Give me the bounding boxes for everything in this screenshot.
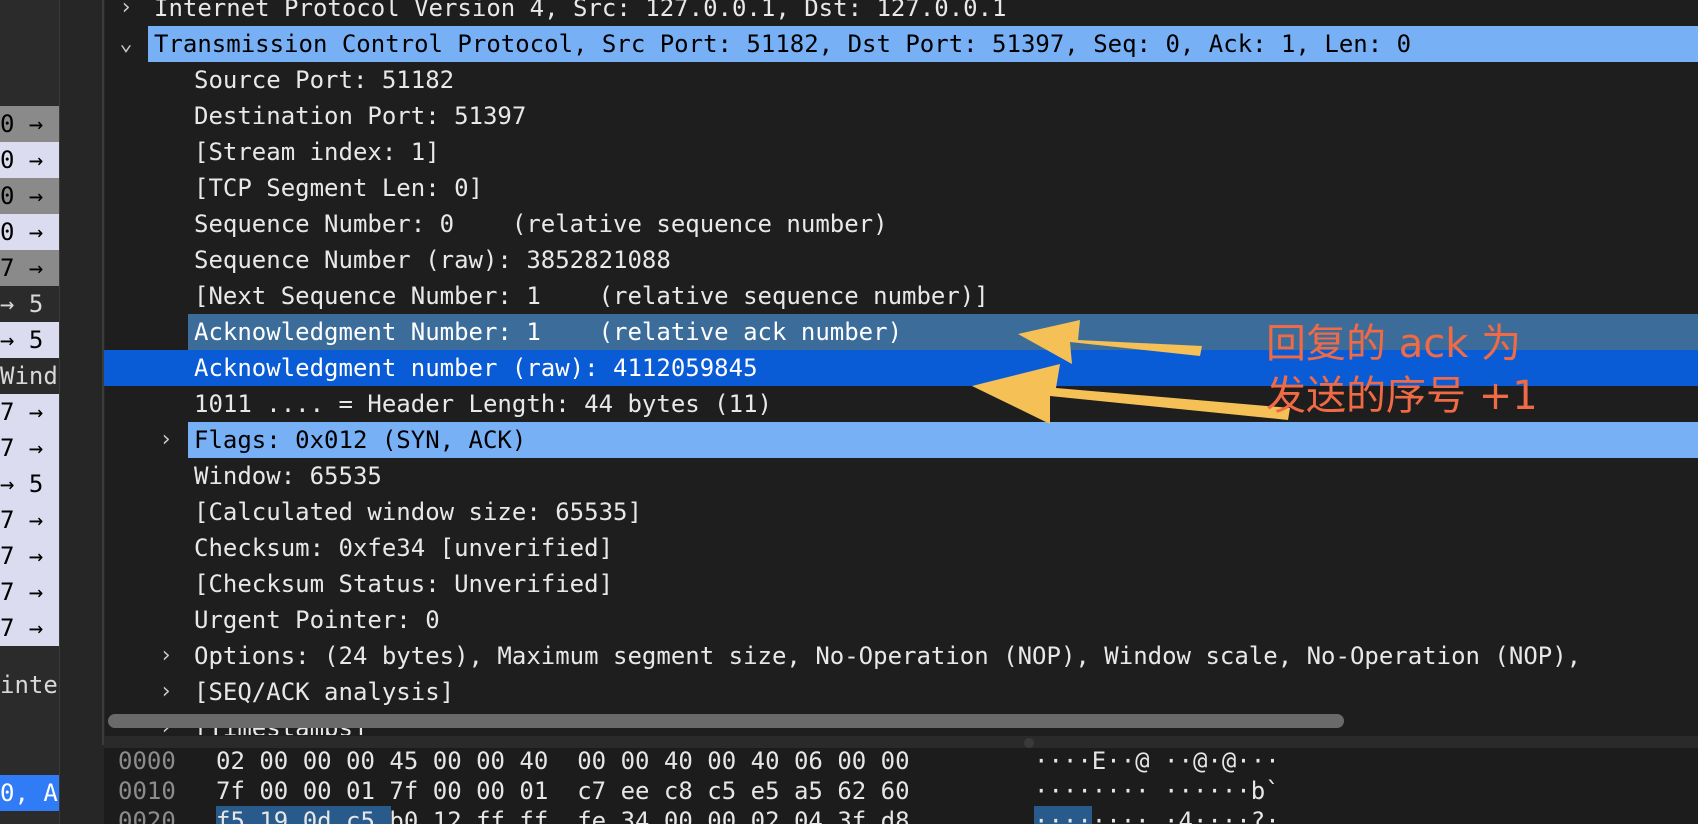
detail-row[interactable]: › Options: (24 bytes), Maximum segment si… (104, 638, 1698, 674)
detail-row-label: 1011 .... = Header Length: 44 bytes (11) (194, 390, 772, 418)
packet-list-row[interactable]: 7 → 5 (0, 502, 59, 538)
packet-list-row[interactable]: 0 → 5 (0, 106, 59, 142)
hex-offset: 0000 (118, 748, 176, 775)
detail-row[interactable]: [Checksum Status: Unverified] (104, 566, 1698, 602)
detail-row-label: [TCP Segment Len: 0] (194, 174, 483, 202)
detail-row[interactable]: ⌄ Transmission Control Protocol, Src Port… (104, 26, 1698, 62)
detail-row-label: Window: 65535 (194, 462, 382, 490)
detail-row-label: Source Port: 51182 (194, 66, 455, 94)
hex-offset: 0020 (118, 807, 176, 824)
packet-list-row[interactable]: 7 → 5 (0, 574, 59, 610)
hex-ascii: ····E··@ ··@·@··· (1034, 748, 1280, 775)
hex-bytes: 02 00 00 00 45 00 00 40 00 00 40 00 40 0… (216, 748, 910, 775)
detail-row-label: Sequence Number: 0 (relative sequence nu… (194, 210, 888, 238)
detail-row[interactable]: Sequence Number (raw): 3852821088 (104, 242, 1698, 278)
packet-list-row[interactable]: 7 → 5 (0, 250, 59, 286)
annotation-text: 回复的 ack 为 发送的序号 +1 (1266, 318, 1538, 422)
packet-list-row[interactable]: 0 → 5 (0, 142, 59, 178)
hex-row[interactable]: 0010 7f 00 00 01 7f 00 00 01 c7 ee c8 c5 … (104, 776, 1698, 806)
detail-row-label: [Stream index: 1] (194, 138, 440, 166)
chevron-right-icon[interactable]: › (114, 0, 138, 26)
detail-row[interactable]: › [SEQ/ACK analysis] (104, 674, 1698, 710)
detail-row-label: Acknowledgment number (raw): 4112059845 (194, 354, 758, 382)
annotation-line-2: 发送的序号 +1 (1266, 373, 1538, 419)
annotation-line-1: 回复的 ack 为 (1266, 321, 1522, 367)
hex-row[interactable]: 0000 02 00 00 00 45 00 00 40 00 00 40 00 … (104, 748, 1698, 776)
pane-splitter[interactable] (104, 736, 1698, 748)
hex-ascii: ········ ·4····?· (1034, 807, 1280, 824)
detail-row[interactable]: › Flags: 0x012 (SYN, ACK) (104, 422, 1698, 458)
packet-list-row[interactable]: → 5 (0, 286, 59, 322)
detail-row-label: Acknowledgment Number: 1 (relative ack n… (194, 318, 903, 346)
detail-row-label: Checksum: 0xfe34 [unverified] (194, 534, 614, 562)
detail-row[interactable]: Window: 65535 (104, 458, 1698, 494)
detail-row[interactable]: [Next Sequence Number: 1 (relative seque… (104, 278, 1698, 314)
detail-row-label: Destination Port: 51397 (194, 102, 527, 130)
detail-row-label: Options: (24 bytes), Maximum segment siz… (194, 642, 1582, 670)
packet-list-row[interactable]: → 5 (0, 322, 59, 358)
packet-list-row[interactable]: 0 → 5 (0, 214, 59, 250)
detail-row[interactable]: Sequence Number: 0 (relative sequence nu… (104, 206, 1698, 242)
detail-row[interactable]: Checksum: 0xfe34 [unverified] (104, 530, 1698, 566)
packet-list-text: inte (0, 671, 58, 699)
packet-list-row[interactable]: Wind (0, 358, 59, 394)
packet-list-row[interactable]: 7 → 5 (0, 610, 59, 646)
detail-row[interactable]: Source Port: 51182 (104, 62, 1698, 98)
detail-row[interactable]: › Internet Protocol Version 4, Src: 127.0… (104, 0, 1698, 26)
packet-list-row[interactable]: 7 → 5 (0, 538, 59, 574)
chevron-right-icon[interactable]: › (154, 422, 178, 458)
pane-divider[interactable] (59, 0, 105, 824)
packet-list-row[interactable]: 7 → 5 (0, 430, 59, 466)
detail-row-label: [Next Sequence Number: 1 (relative seque… (194, 282, 989, 310)
packet-list-row[interactable]: → 5 (0, 466, 59, 502)
hex-bytes: 7f 00 00 01 7f 00 00 01 c7 ee c8 c5 e5 a… (216, 777, 910, 805)
detail-row-label: Transmission Control Protocol, Src Port:… (154, 30, 1412, 58)
hex-ascii: ········ ······b` (1034, 777, 1280, 805)
chevron-down-icon[interactable]: ⌄ (114, 26, 138, 62)
chevron-right-icon[interactable]: › (154, 674, 178, 710)
detail-row-label: Sequence Number (raw): 3852821088 (194, 246, 671, 274)
detail-row-label: [Calculated window size: 65535] (194, 498, 642, 526)
detail-row-label: Flags: 0x012 (SYN, ACK) (194, 426, 527, 454)
hex-row[interactable]: 0020 f5 19 0d c5 b0 12 ff ff fe 34 00 00 … (104, 806, 1698, 824)
detail-row-label: Internet Protocol Version 4, Src: 127.0.… (154, 0, 1007, 22)
horizontal-scrollbar[interactable] (108, 714, 1344, 728)
detail-row[interactable]: Urgent Pointer: 0 (104, 602, 1698, 638)
packet-list-pane[interactable]: 0 → 50 → 50 → 50 → 57 → 5 → 5 → 5Wind7 →… (0, 0, 59, 824)
splitter-handle[interactable] (1024, 738, 1034, 748)
detail-row-label: [Checksum Status: Unverified] (194, 570, 614, 598)
detail-row[interactable]: [Calculated window size: 65535] (104, 494, 1698, 530)
detail-row[interactable]: Destination Port: 51397 (104, 98, 1698, 134)
detail-row-label: Urgent Pointer: 0 (194, 606, 440, 634)
packet-list-text[interactable]: 0, A (0, 775, 59, 811)
detail-row[interactable]: [TCP Segment Len: 0] (104, 170, 1698, 206)
detail-row[interactable]: [Stream index: 1] (104, 134, 1698, 170)
packet-list-row[interactable]: 0 → 5 (0, 178, 59, 214)
hex-offset: 0010 (118, 777, 176, 805)
detail-row-label: [SEQ/ACK analysis] (194, 678, 455, 706)
chevron-right-icon[interactable]: › (154, 638, 178, 674)
packet-bytes-pane[interactable]: 0000 02 00 00 00 45 00 00 40 00 00 40 00 … (104, 748, 1698, 824)
hex-bytes: f5 19 0d c5 b0 12 ff ff fe 34 00 00 02 0… (216, 807, 910, 824)
packet-list-row[interactable]: 7 → 5 (0, 394, 59, 430)
